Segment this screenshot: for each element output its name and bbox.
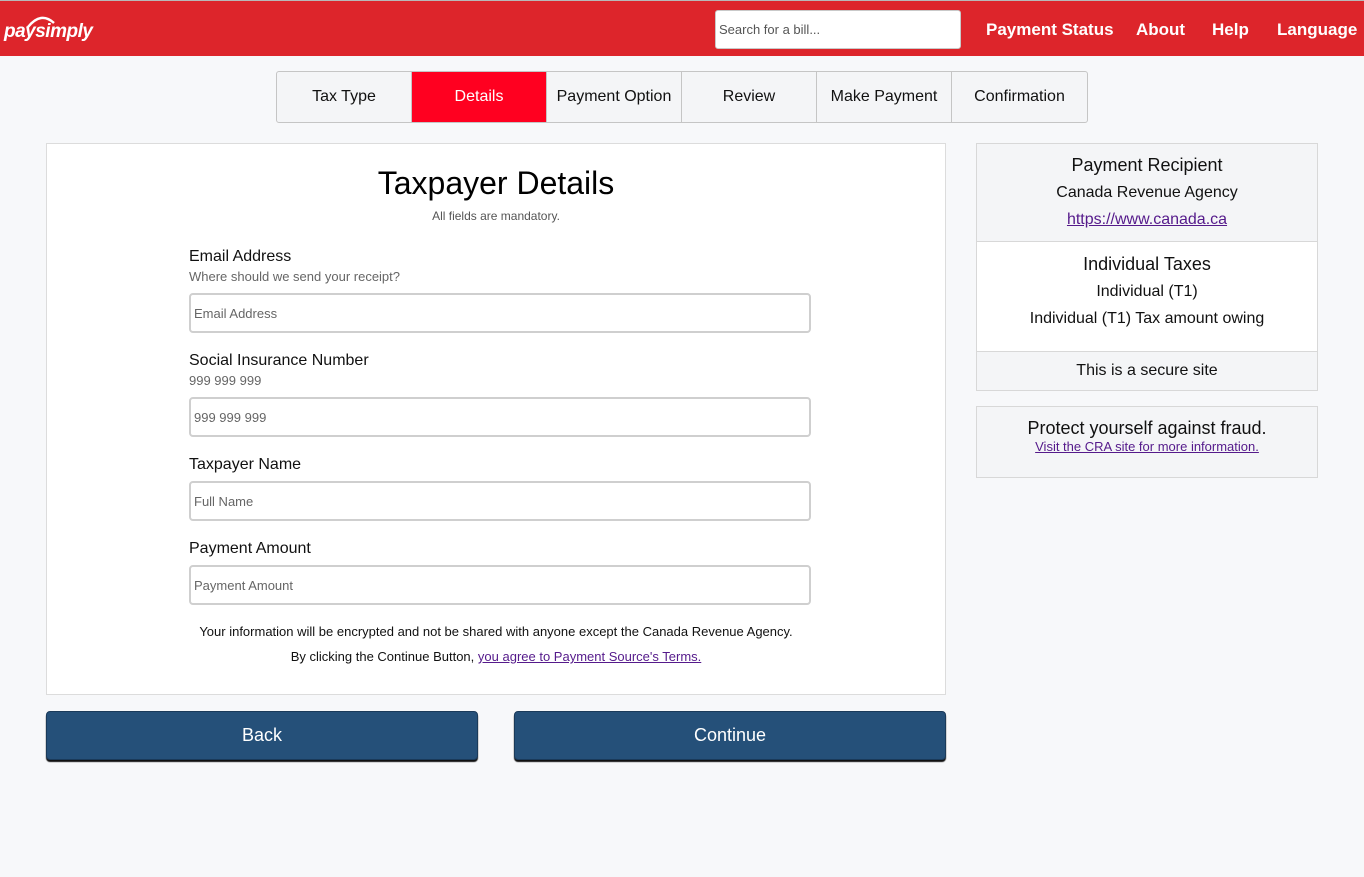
nav-payment-status[interactable]: Payment Status xyxy=(986,20,1114,40)
back-button[interactable]: Back xyxy=(46,711,478,760)
email-field[interactable] xyxy=(189,293,811,333)
top-navbar: paysimply Payment Status About Help Lang… xyxy=(0,0,1364,56)
page-title: Taxpayer Details xyxy=(377,165,615,201)
step-progress: Tax Type Details Payment Option Review M… xyxy=(276,71,1088,123)
terms-note: By clicking the Continue Button, you agr… xyxy=(47,649,945,664)
recipient-url-link[interactable]: https://www.canada.ca xyxy=(977,211,1317,229)
tax-info-panel: Individual Taxes Individual (T1) Individ… xyxy=(976,241,1318,352)
tax-type: Individual (T1) xyxy=(1096,283,1198,300)
fraud-panel: Protect yourself against fraud. Visit th… xyxy=(976,406,1318,478)
sin-label: Social Insurance Number xyxy=(189,352,369,369)
step-payment-option[interactable]: Payment Option xyxy=(547,72,682,122)
step-tax-type[interactable]: Tax Type xyxy=(277,72,412,122)
payment-recipient-panel: Payment Recipient Canada Revenue Agency … xyxy=(976,143,1318,242)
step-confirmation[interactable]: Confirmation xyxy=(952,72,1087,122)
tax-title: Individual Taxes xyxy=(1083,254,1211,274)
payment-amount-label: Payment Amount xyxy=(189,540,311,557)
taxpayer-name-label: Taxpayer Name xyxy=(189,456,302,473)
step-review[interactable]: Review xyxy=(682,72,817,122)
nav-about[interactable]: About xyxy=(1136,20,1185,40)
email-label: Email Address xyxy=(189,248,292,265)
paysimply-logo[interactable]: paysimply xyxy=(4,15,94,45)
payment-amount-field[interactable] xyxy=(189,565,811,605)
email-hint: Where should we send your receipt? xyxy=(189,269,401,284)
tax-description: Individual (T1) Tax amount owing xyxy=(1029,310,1265,327)
secure-site-text: This is a secure site xyxy=(1076,362,1218,379)
recipient-name: Canada Revenue Agency xyxy=(1056,184,1238,201)
privacy-note: Your information will be encrypted and n… xyxy=(199,624,793,639)
step-details[interactable]: Details xyxy=(412,72,547,122)
nav-help[interactable]: Help xyxy=(1212,20,1249,40)
taxpayer-details-card: Taxpayer Details All fields are mandator… xyxy=(46,143,946,695)
fraud-title: Protect yourself against fraud. xyxy=(1027,418,1267,438)
recipient-title: Payment Recipient xyxy=(1071,155,1223,175)
secure-site-panel: This is a secure site xyxy=(976,351,1318,391)
sin-field[interactable] xyxy=(189,397,811,437)
cra-info-link[interactable]: Visit the CRA site for more information. xyxy=(977,439,1317,454)
taxpayer-name-field[interactable] xyxy=(189,481,811,521)
sin-hint: 999 999 999 xyxy=(189,373,262,388)
step-make-payment[interactable]: Make Payment xyxy=(817,72,952,122)
mandatory-note: All fields are mandatory. xyxy=(432,209,560,223)
terms-prefix: By clicking the Continue Button, xyxy=(290,649,475,664)
bill-search-input[interactable] xyxy=(715,10,961,49)
logo-text: paysimply xyxy=(4,21,93,42)
nav-language[interactable]: Language xyxy=(1277,20,1357,40)
terms-link[interactable]: you agree to Payment Source's Terms. xyxy=(478,649,701,664)
continue-button[interactable]: Continue xyxy=(514,711,946,760)
